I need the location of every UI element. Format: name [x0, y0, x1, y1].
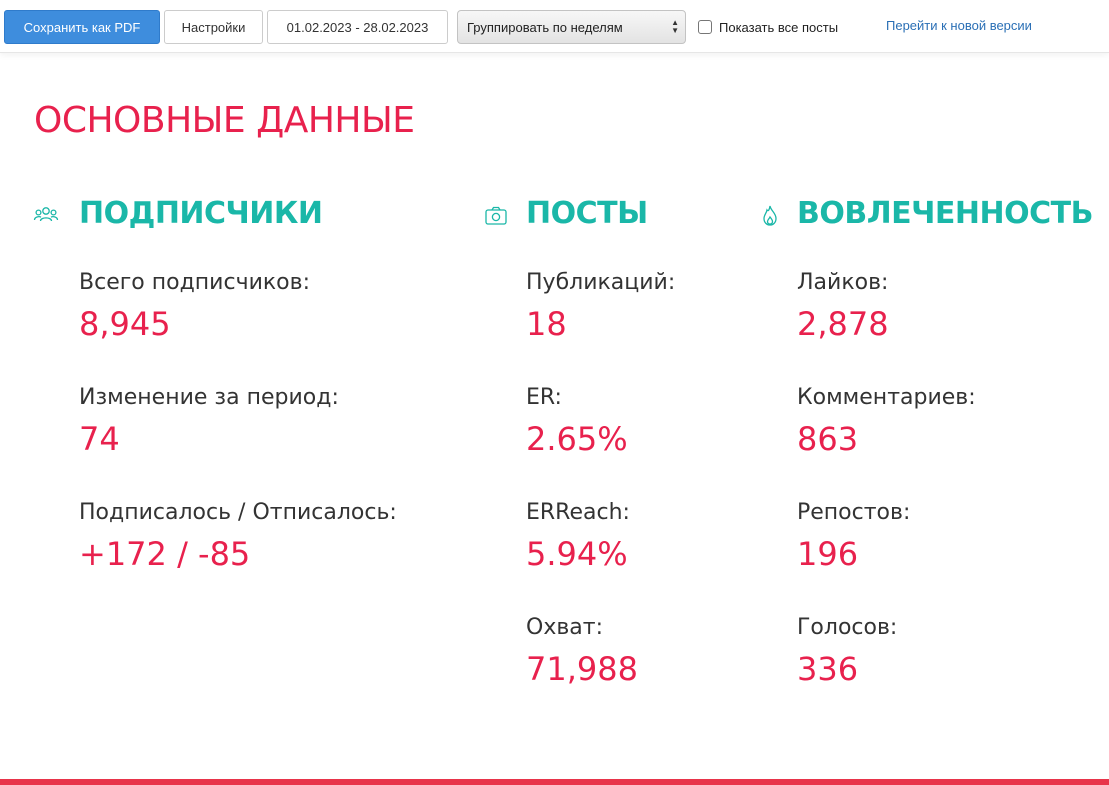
show-all-posts-toggle[interactable]: Показать все посты — [698, 17, 838, 37]
section-title-engagement: ВОВЛЕЧЕННОСТЬ — [797, 196, 1093, 231]
metric-label-erreach: ERReach: — [526, 500, 630, 525]
settings-button[interactable]: Настройки — [164, 10, 263, 44]
metric-label-likes: Лайков: — [797, 270, 889, 295]
metric-value-publications: 18 — [526, 305, 567, 343]
group-by-select-value: Группировать по неделям — [467, 19, 623, 35]
metric-value-comments: 863 — [797, 420, 859, 458]
metric-value-total-subscribers: 8,945 — [79, 305, 171, 343]
metric-value-likes: 2,878 — [797, 305, 889, 343]
metric-label-er: ER: — [526, 385, 562, 410]
select-arrows-icon: ▲ ▼ — [671, 18, 679, 35]
metric-value-votes: 336 — [797, 650, 859, 688]
bottom-divider — [0, 779, 1109, 785]
metric-label-reach: Охват: — [526, 615, 604, 640]
metric-value-reach: 71,988 — [526, 650, 638, 688]
metric-value-er: 2.65% — [526, 420, 628, 458]
toolbar: Сохранить как PDF Настройки 01.02.2023 -… — [0, 0, 1109, 53]
metric-label-comments: Комментариев: — [797, 385, 976, 410]
metric-label-publications: Публикаций: — [526, 270, 676, 295]
metric-label-total-subscribers: Всего подписчиков: — [79, 270, 310, 295]
metric-label-period-change: Изменение за период: — [79, 385, 339, 410]
group-by-select[interactable]: Группировать по неделям ▲ ▼ — [457, 10, 686, 44]
section-title-posts: ПОСТЫ — [526, 196, 648, 231]
camera-icon — [485, 206, 507, 225]
show-all-posts-checkbox[interactable] — [698, 20, 712, 34]
page-title: ОСНОВНЫЕ ДАННЫЕ — [34, 100, 415, 141]
new-version-link[interactable]: Перейти к новой версии — [886, 18, 1032, 33]
metric-label-reposts: Репостов: — [797, 500, 911, 525]
save-pdf-button[interactable]: Сохранить как PDF — [4, 10, 160, 44]
flame-icon — [763, 205, 777, 226]
show-all-posts-label: Показать все посты — [719, 19, 839, 35]
metric-label-votes: Голосов: — [797, 615, 898, 640]
section-title-subscribers: ПОДПИСЧИКИ — [79, 196, 323, 231]
metric-value-period-change: 74 — [79, 420, 120, 458]
metric-value-erreach: 5.94% — [526, 535, 628, 573]
date-range-picker[interactable]: 01.02.2023 - 28.02.2023 — [267, 10, 448, 44]
users-icon — [33, 207, 59, 222]
metric-value-subscribed-unsubscribed: +172 / -85 — [79, 535, 251, 573]
metric-value-reposts: 196 — [797, 535, 859, 573]
metric-label-subscribed-unsubscribed: Подписалось / Отписалось: — [79, 500, 397, 525]
